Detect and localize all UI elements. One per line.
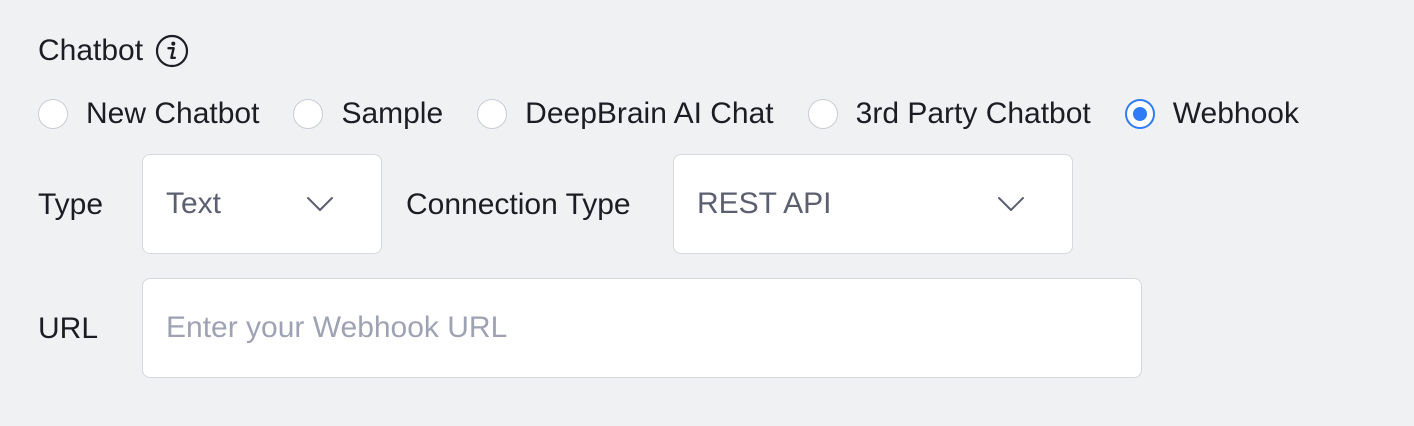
chatbot-section-header: Chatbot [38,30,189,72]
radio-button[interactable] [293,99,324,129]
connection-type-label: Connection Type [406,188,631,221]
radio-label: 3rd Party Chatbot [855,97,1091,130]
radio-option-deepbrain-ai-chat[interactable]: DeepBrain AI Chat [477,97,774,131]
radio-label: DeepBrain AI Chat [525,97,774,130]
info-icon[interactable] [155,34,189,68]
chatbot-title: Chatbot [38,34,144,67]
radio-button[interactable] [477,99,508,129]
type-label: Type [38,188,104,221]
chevron-down-icon [997,190,1025,218]
radio-option-sample[interactable]: Sample [293,97,443,131]
radio-selected-dot [1132,107,1147,121]
radio-button-selected[interactable] [1124,99,1155,129]
radio-option-3rd-party-chatbot[interactable]: 3rd Party Chatbot [807,97,1091,131]
type-select-value: Text [166,187,222,220]
radio-label: Webhook [1172,97,1299,130]
radio-button[interactable] [807,99,838,129]
type-select[interactable]: Text [142,154,382,254]
radio-button[interactable] [38,99,68,129]
connection-type-select[interactable]: REST API [673,154,1073,254]
chatbot-type-radio-group: New Chatbot Sample DeepBrain AI Chat 3rd… [38,94,1299,134]
url-label: URL [38,312,99,345]
radio-option-webhook[interactable]: Webhook [1124,97,1299,131]
chevron-down-icon [306,190,334,218]
radio-label: New Chatbot [86,97,260,130]
radio-label: Sample [341,97,444,130]
webhook-url-input[interactable] [142,278,1142,378]
radio-option-new-chatbot[interactable]: New Chatbot [38,97,259,131]
connection-type-select-value: REST API [697,187,832,220]
